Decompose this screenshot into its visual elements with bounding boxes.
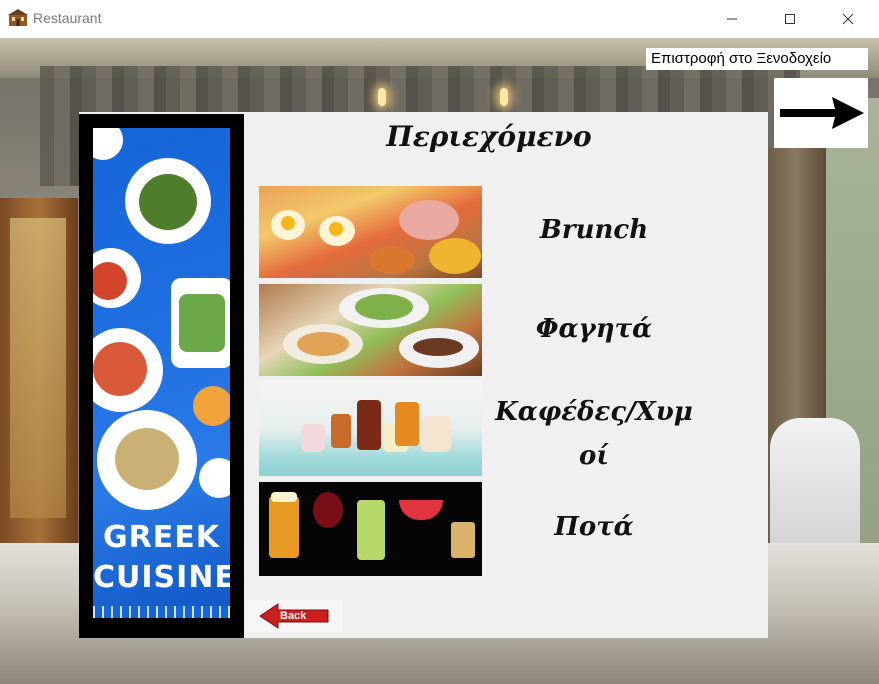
drinks-image[interactable] [259, 482, 482, 576]
title-bar: Restaurant [0, 0, 879, 38]
close-icon [842, 13, 854, 25]
food-image[interactable] [259, 284, 482, 376]
menu-item-coffee-juice[interactable]: Καφέδες/Χυμ οί [489, 390, 699, 478]
brunch-image[interactable] [259, 186, 482, 278]
close-button[interactable] [819, 0, 877, 38]
return-to-hotel-button[interactable] [774, 78, 868, 148]
greek-cuisine-poster: GREEK CUISINE [79, 114, 244, 638]
restaurant-building-icon [8, 9, 28, 26]
minimize-button[interactable] [703, 0, 761, 38]
back-button-label: Back [280, 610, 307, 622]
menu-item-drinks[interactable]: Ποτά [489, 512, 699, 542]
maximize-icon [785, 14, 795, 24]
window-title: Restaurant [33, 10, 102, 26]
arrow-right-icon [780, 97, 864, 129]
return-to-hotel-label: Επιστροφή στο Ξενοδοχείο [646, 48, 868, 70]
back-button[interactable]: Back [246, 600, 342, 632]
menu-item-brunch[interactable]: Brunch [489, 215, 699, 245]
menu-panel: GREEK CUISINE Περιεχόμενο Brunch Φαγητά … [79, 112, 768, 638]
menu-item-coffee-juice-line1: Καφέδες/Χυμ [495, 397, 693, 427]
maximize-button[interactable] [761, 0, 819, 38]
menu-item-food[interactable]: Φαγητά [489, 314, 699, 344]
poster-title-line1: GREEK [103, 520, 220, 555]
coffee-juice-image[interactable] [259, 380, 482, 476]
menu-item-coffee-juice-line2: οί [579, 441, 609, 471]
page-title: Περιεχόμενο [386, 120, 592, 153]
poster-title-line2: CUISINE [93, 560, 230, 595]
minimize-icon [727, 18, 737, 20]
